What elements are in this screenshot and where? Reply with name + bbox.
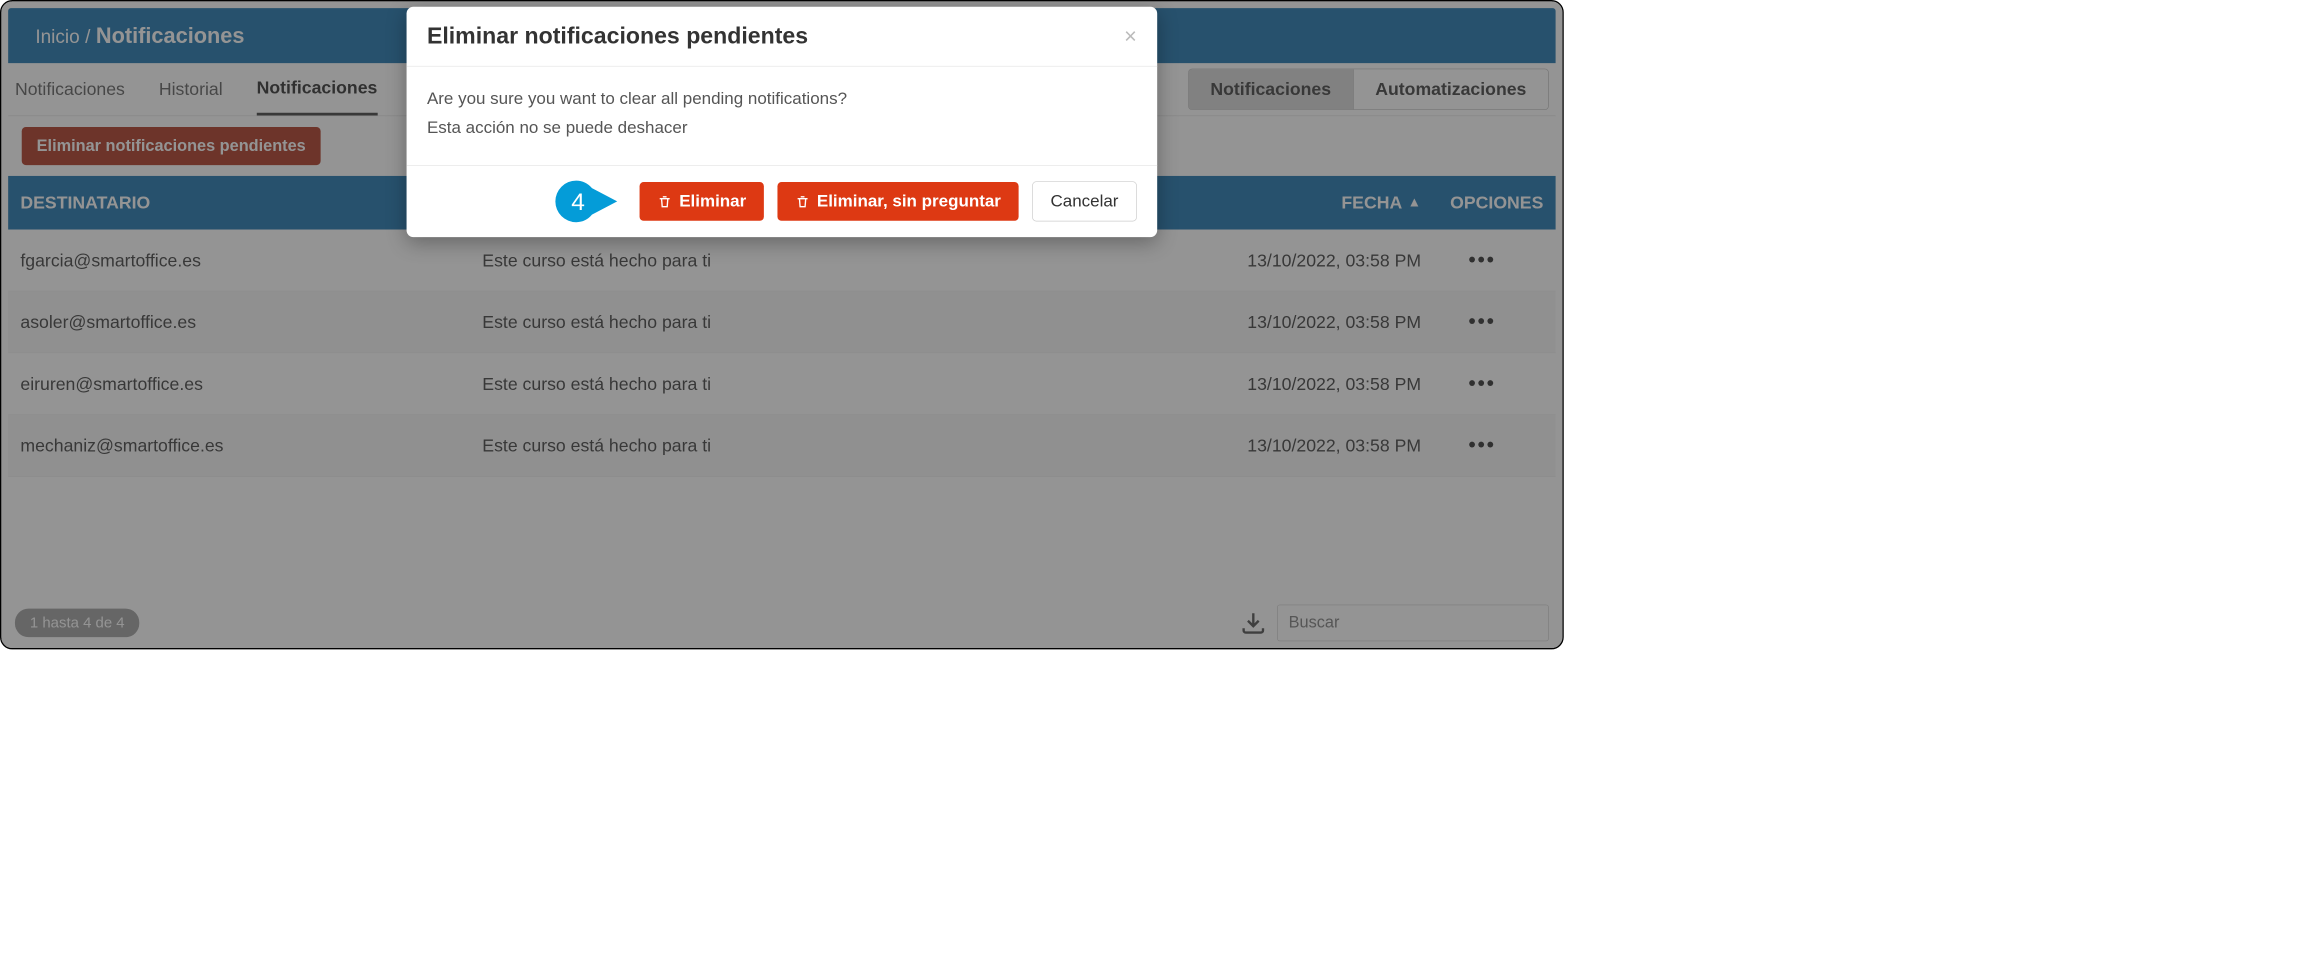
cancel-button[interactable]: Cancelar [1032, 181, 1137, 221]
trash-icon [657, 193, 672, 209]
delete-noask-button[interactable]: Eliminar, sin preguntar [777, 182, 1018, 221]
modal-title: Eliminar notificaciones pendientes [427, 23, 808, 49]
delete-button[interactable]: Eliminar [640, 182, 764, 221]
modal-body-line2: Esta acción no se puede deshacer [427, 113, 1137, 142]
step-callout-number: 4 [571, 187, 585, 216]
step-callout: 4 [555, 179, 620, 223]
trash-icon [795, 193, 810, 209]
delete-noask-button-label: Eliminar, sin preguntar [817, 192, 1001, 212]
modal-body-line1: Are you sure you want to clear all pendi… [427, 84, 1137, 113]
delete-button-label: Eliminar [679, 192, 746, 212]
modal-delete-pending: Eliminar notificaciones pendientes × Are… [407, 7, 1158, 237]
close-icon[interactable]: × [1124, 24, 1137, 49]
